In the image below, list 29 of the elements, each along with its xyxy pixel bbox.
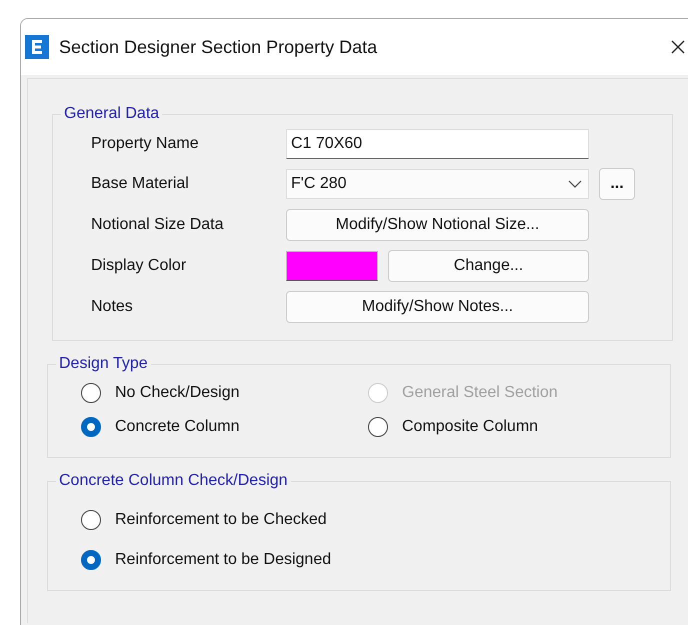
option-label: Reinforcement to be Checked: [115, 511, 327, 529]
radio-button[interactable]: [81, 417, 101, 437]
name-field[interactable]: C1 70X60: [286, 129, 589, 159]
option-label: Reinforcement to be Designed: [115, 551, 332, 569]
modify-button[interactable]: Modify/Show Notional Size...: [286, 209, 589, 241]
option-label: General Steel Section: [402, 384, 558, 402]
field-label: Display Color: [91, 257, 188, 275]
radio-button[interactable]: [81, 510, 101, 530]
chevron-down-icon: [568, 180, 582, 188]
option-label: Concrete Column: [115, 418, 240, 436]
radio-button[interactable]: [368, 417, 388, 437]
material-dropdown[interactable]: F'C 280: [286, 169, 589, 199]
group-title: Concrete Column Check/Design: [58, 472, 289, 490]
more-button[interactable]: ...: [599, 168, 635, 200]
radio-button[interactable]: [81, 550, 101, 570]
option-label: No Check/Design: [115, 384, 240, 402]
window-title: Section Designer Section Property Data: [59, 36, 378, 58]
group-title: General Data: [63, 105, 160, 123]
modify-button[interactable]: Modify/Show Notes...: [286, 291, 589, 323]
option-label: Composite Column: [402, 418, 538, 436]
app-logo-icon: [25, 35, 49, 59]
field-label: Notes: [91, 298, 134, 316]
close-icon[interactable]: [671, 40, 685, 54]
group-title: Design Type: [58, 355, 149, 373]
radio-button[interactable]: [81, 383, 101, 403]
field-label: Property Name: [91, 135, 200, 153]
field-label: Base Material: [91, 175, 190, 193]
change-button[interactable]: Change...: [388, 250, 589, 282]
field-label: Notional Size Data: [91, 216, 225, 234]
